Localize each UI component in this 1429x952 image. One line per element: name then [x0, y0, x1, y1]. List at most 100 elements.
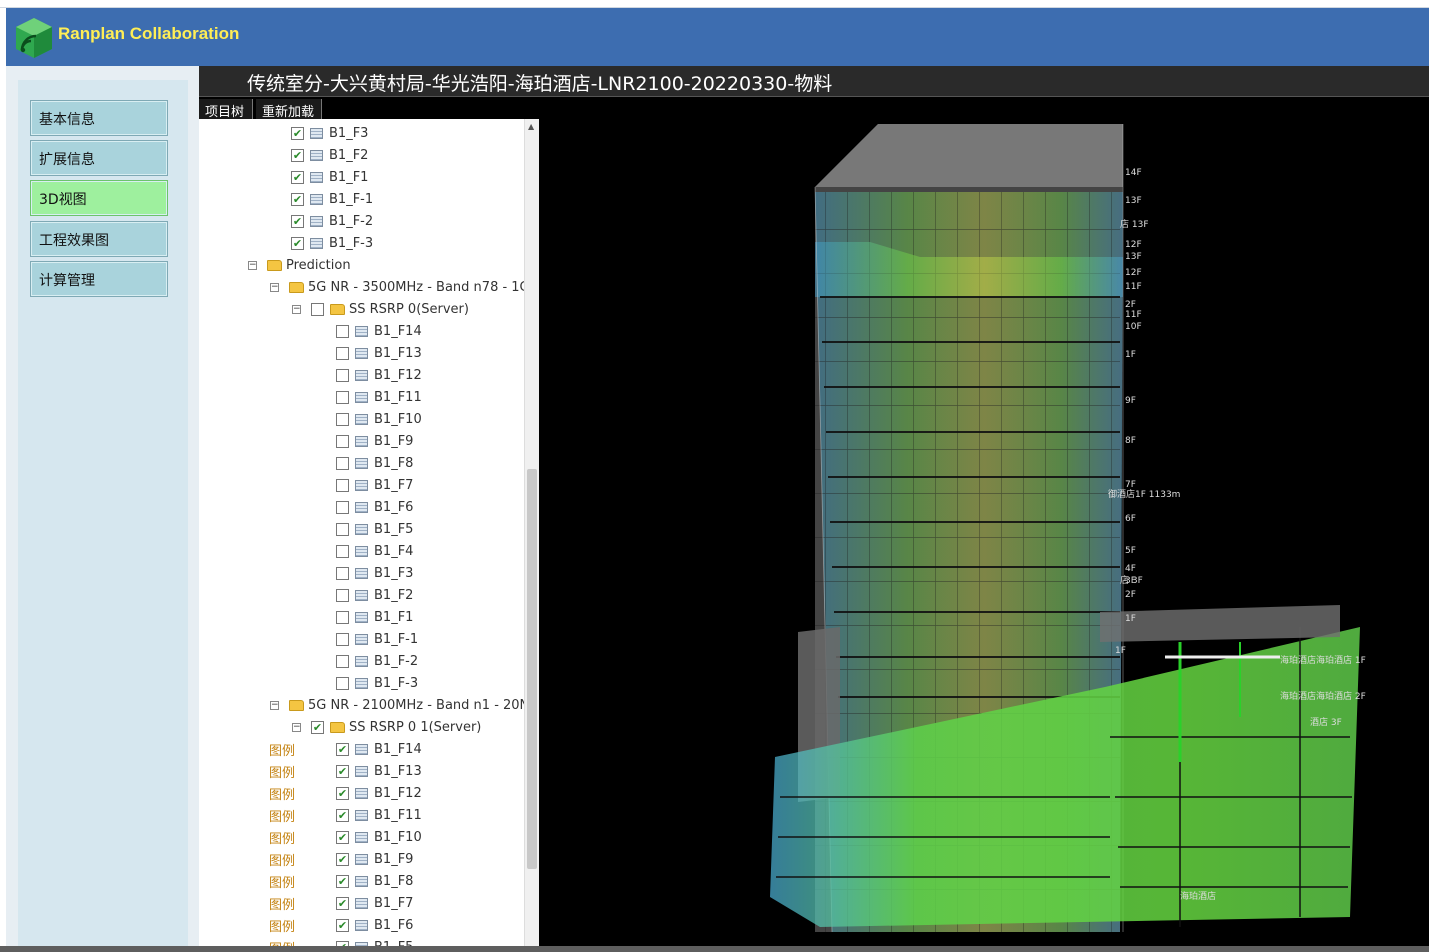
nav-basic-info-button[interactable]: 基本信息 — [30, 100, 168, 136]
nav-extended-info-button[interactable]: 扩展信息 — [30, 140, 168, 176]
tree-item-floor[interactable]: ✔ B1_F6 — [336, 914, 413, 936]
checkbox[interactable] — [336, 588, 349, 602]
3d-viewport[interactable]: 14F 13F 店 13F 12F 13F 12F 11F 2F 11F 10F 1F 9F 8F 7F 御… — [540, 97, 1429, 948]
tree-item-rsrp-layer[interactable]: − ✔ SS RSRP 0 1(Server) — [292, 716, 481, 738]
checkbox[interactable] — [336, 500, 349, 514]
checkbox-checked[interactable]: ✔ — [291, 148, 304, 162]
tab-project-tree[interactable]: 项目树 — [199, 99, 253, 120]
tree-item-floor[interactable]: B1_F11 — [336, 386, 422, 408]
checkbox[interactable] — [336, 544, 349, 558]
checkbox[interactable] — [336, 676, 349, 690]
legend-link[interactable]: 图例 — [269, 784, 295, 803]
checkbox[interactable] — [336, 478, 349, 492]
checkbox-checked[interactable]: ✔ — [291, 126, 304, 140]
checkbox[interactable] — [336, 324, 349, 338]
legend-link[interactable]: 图例 — [269, 894, 295, 913]
checkbox-checked[interactable]: ✔ — [311, 720, 324, 734]
tree-node-label: B1_F-3 — [374, 675, 419, 691]
building-3d-model[interactable]: 14F13F店 13F12F13F12F11F2F11F10F1F9F8F7F御… — [540, 97, 1429, 948]
tree-item-floor[interactable]: ✔ B1_F-1 — [291, 188, 373, 210]
checkbox-checked[interactable]: ✔ — [336, 918, 349, 932]
legend-link[interactable]: 图例 — [269, 762, 295, 781]
tree-item-floor[interactable]: ✔ B1_F-3 — [291, 232, 373, 254]
checkbox-checked[interactable]: ✔ — [291, 192, 304, 206]
checkbox[interactable] — [336, 390, 349, 404]
tree-item-floor[interactable]: B1_F13 — [336, 342, 422, 364]
checkbox[interactable] — [336, 522, 349, 536]
tree-item-floor[interactable]: B1_F1 — [336, 606, 413, 628]
checkbox-checked[interactable]: ✔ — [336, 764, 349, 778]
tree-node-label: SS RSRP 0(Server) — [349, 301, 469, 317]
tree-scrollbar[interactable]: ▲ — [524, 119, 539, 948]
tree-item-prediction[interactable]: − Prediction — [248, 254, 351, 276]
tree-item-band-n78[interactable]: − 5G NR - 3500MHz - Band n78 - 1C — [270, 276, 529, 298]
checkbox-checked[interactable]: ✔ — [291, 170, 304, 184]
checkbox-checked[interactable]: ✔ — [336, 852, 349, 866]
collapse-toggle-icon[interactable]: − — [248, 260, 257, 270]
tree-item-floor[interactable]: ✔ B1_F10 — [336, 826, 422, 848]
nav-calculation-management-button[interactable]: 计算管理 — [30, 261, 168, 297]
tree-item-floor[interactable]: B1_F12 — [336, 364, 422, 386]
tree-item-floor[interactable]: B1_F9 — [336, 430, 413, 452]
tree-item-floor[interactable]: B1_F8 — [336, 452, 413, 474]
nav-engineering-renderings-button[interactable]: 工程效果图 — [30, 221, 168, 257]
legend-link[interactable]: 图例 — [269, 828, 295, 847]
checkbox-checked[interactable]: ✔ — [336, 896, 349, 910]
tree-item-floor[interactable]: ✔ B1_F13 — [336, 760, 422, 782]
tree-item-floor[interactable]: B1_F-1 — [336, 628, 418, 650]
tree-item-floor[interactable]: B1_F-2 — [336, 650, 418, 672]
tree-item-floor[interactable]: B1_F2 — [336, 584, 413, 606]
tree-item-floor[interactable]: B1_F6 — [336, 496, 413, 518]
legend-link[interactable]: 图例 — [269, 872, 295, 891]
checkbox[interactable] — [336, 456, 349, 470]
checkbox[interactable] — [336, 632, 349, 646]
checkbox-checked[interactable]: ✔ — [336, 830, 349, 844]
checkbox[interactable] — [336, 654, 349, 668]
tree-item-floor[interactable]: ✔ B1_F14 — [336, 738, 422, 760]
nav-3d-view-button[interactable]: 3D视图 — [30, 180, 168, 216]
tree-item-band-n1[interactable]: − 5G NR - 2100MHz - Band n1 - 20N — [270, 694, 529, 716]
tree-item-floor[interactable]: ✔ B1_F11 — [336, 804, 422, 826]
collapse-toggle-icon[interactable]: − — [270, 700, 279, 710]
checkbox[interactable] — [336, 346, 349, 360]
checkbox-checked[interactable]: ✔ — [291, 214, 304, 228]
tree-item-floor[interactable]: ✔ B1_F9 — [336, 848, 413, 870]
checkbox-checked[interactable]: ✔ — [336, 808, 349, 822]
checkbox-checked[interactable]: ✔ — [336, 786, 349, 800]
tree-item-floor[interactable]: ✔ B1_F2 — [291, 144, 368, 166]
tree-item-floor[interactable]: ✔ B1_F7 — [336, 892, 413, 914]
tree-item-floor[interactable]: B1_F-3 — [336, 672, 418, 694]
tree-item-rsrp-layer[interactable]: − SS RSRP 0(Server) — [292, 298, 469, 320]
legend-link[interactable]: 图例 — [269, 806, 295, 825]
checkbox[interactable] — [311, 302, 324, 316]
tree-item-floor[interactable]: ✔ B1_F12 — [336, 782, 422, 804]
checkbox-checked[interactable]: ✔ — [291, 236, 304, 250]
tree-item-floor[interactable]: ✔ B1_F3 — [291, 122, 368, 144]
tree-item-floor[interactable]: B1_F3 — [336, 562, 413, 584]
legend-link[interactable]: 图例 — [269, 740, 295, 759]
checkbox-checked[interactable]: ✔ — [336, 742, 349, 756]
checkbox[interactable] — [336, 566, 349, 580]
tree-item-floor[interactable]: B1_F10 — [336, 408, 422, 430]
scrollbar-thumb[interactable] — [527, 469, 537, 869]
tree-item-floor[interactable]: B1_F7 — [336, 474, 413, 496]
tree-item-floor[interactable]: ✔ B1_F1 — [291, 166, 368, 188]
checkbox[interactable] — [336, 412, 349, 426]
checkbox-checked[interactable]: ✔ — [336, 874, 349, 888]
tree-item-floor[interactable]: B1_F5 — [336, 518, 413, 540]
legend-link[interactable]: 图例 — [269, 850, 295, 869]
checkbox[interactable] — [336, 434, 349, 448]
tree-item-floor[interactable]: B1_F14 — [336, 320, 422, 342]
tree-item-floor[interactable]: ✔ B1_F-2 — [291, 210, 373, 232]
checkbox[interactable] — [336, 610, 349, 624]
scroll-up-arrow-icon[interactable]: ▲ — [528, 122, 534, 131]
tab-reload[interactable]: 重新加载 — [256, 99, 322, 120]
collapse-toggle-icon[interactable]: − — [292, 304, 301, 314]
tree-item-floor[interactable]: ✔ B1_F8 — [336, 870, 413, 892]
collapse-toggle-icon[interactable]: − — [270, 282, 279, 292]
checkbox[interactable] — [336, 368, 349, 382]
tree-node-label: B1_F8 — [374, 873, 414, 889]
tree-item-floor[interactable]: B1_F4 — [336, 540, 413, 562]
collapse-toggle-icon[interactable]: − — [292, 722, 301, 732]
legend-link[interactable]: 图例 — [269, 916, 295, 935]
